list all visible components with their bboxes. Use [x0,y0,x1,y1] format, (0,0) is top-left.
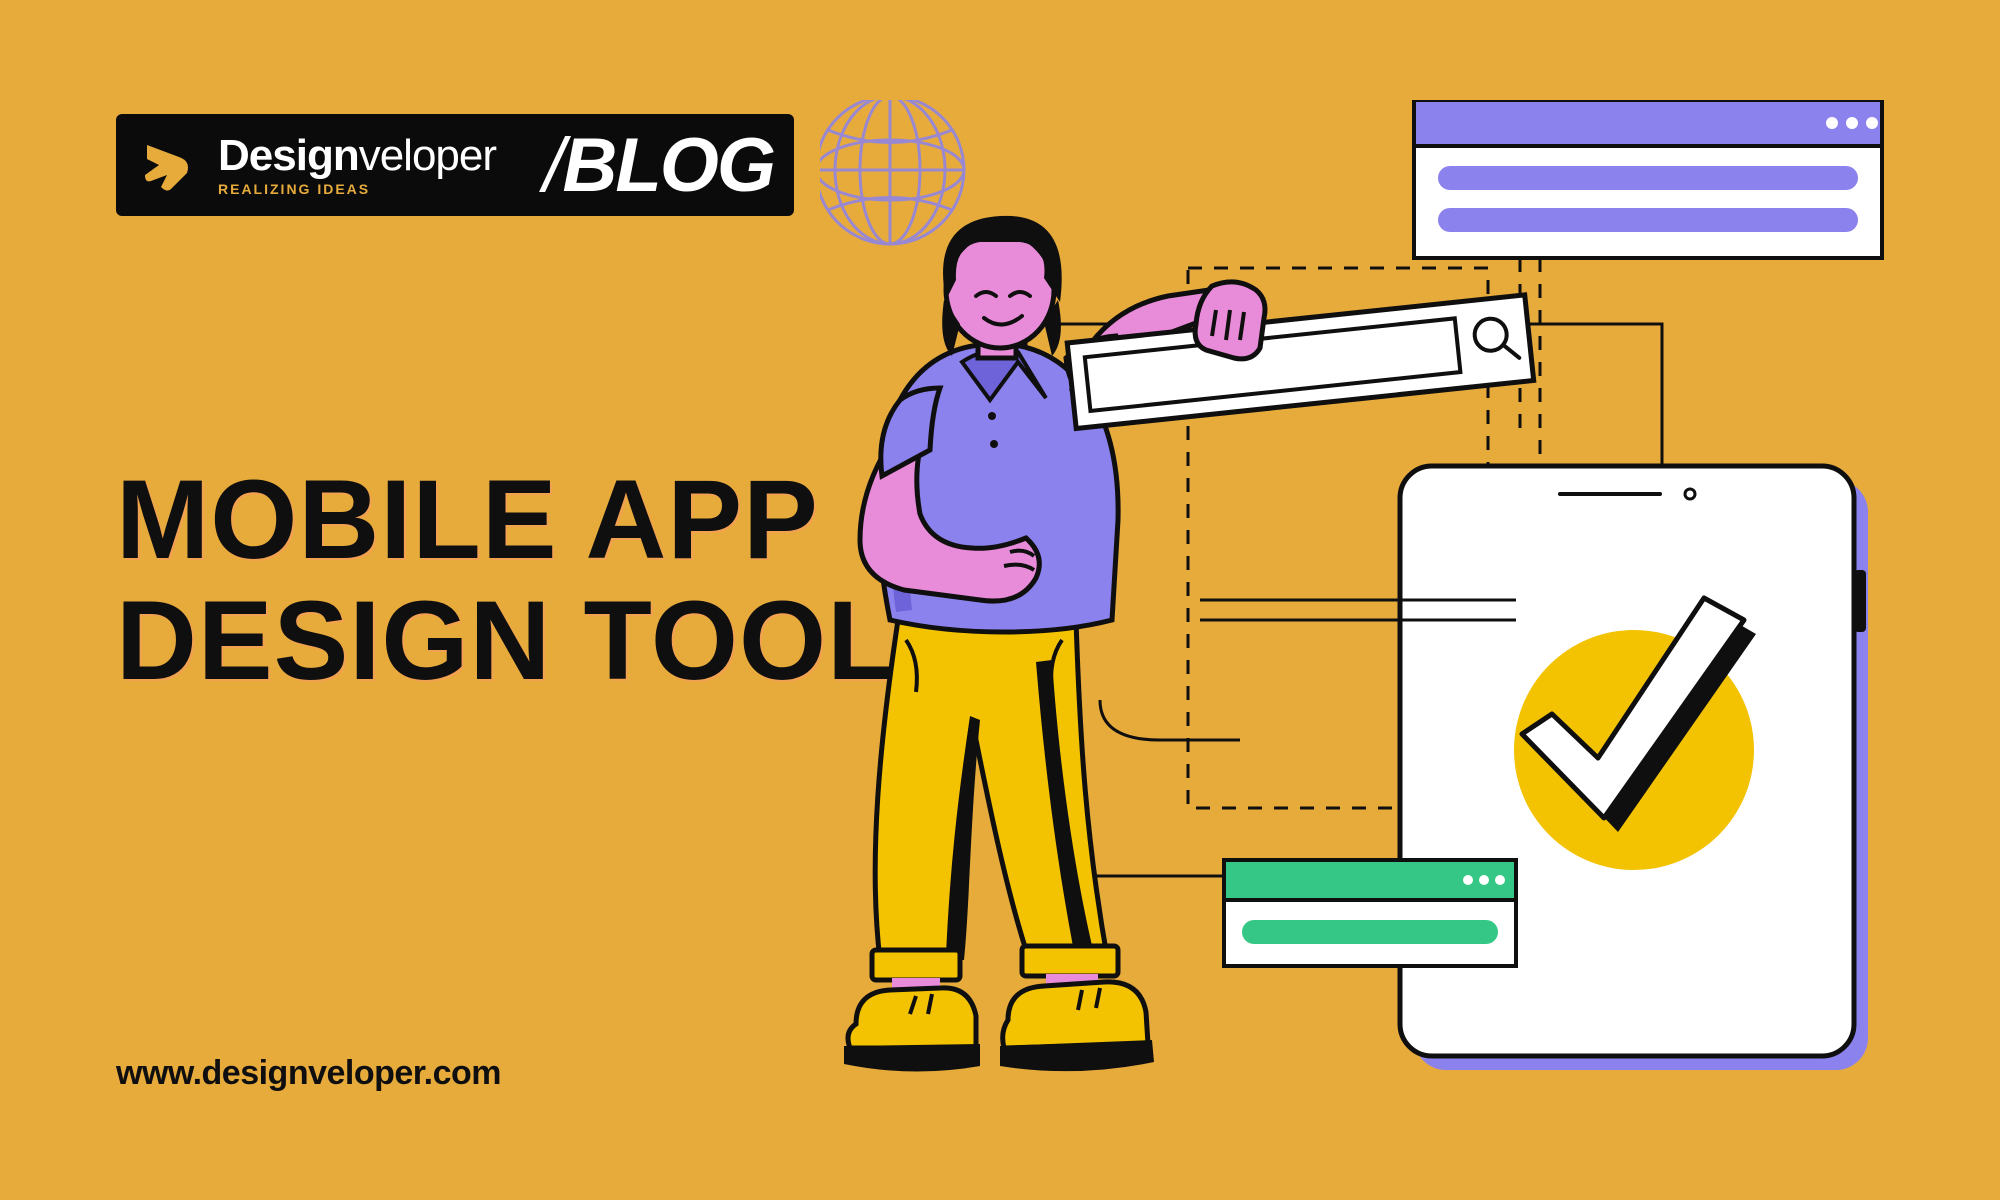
brand-name: Designveloper [218,134,496,178]
brand-tagline: REALIZING IDEAS [218,182,496,196]
person-right-hand [1195,282,1265,359]
brand-section-label: /BLOG [543,122,774,209]
brand-logo-text: Designveloper REALIZING IDEAS [218,134,496,196]
browser-window-purple [1414,100,1882,258]
brand-logo-icon [130,128,204,202]
browser-window-green [1224,860,1516,966]
tablet-device [1240,466,1868,1070]
brand-name-light: veloper [359,131,496,180]
hero-illustration [820,100,1900,1110]
brand-logo-badge: Designveloper REALIZING IDEAS /BLOG [116,114,794,216]
site-url: www.designveloper.com [116,1054,501,1093]
brand-name-bold: Design [218,131,359,180]
globe-icon [820,100,964,244]
